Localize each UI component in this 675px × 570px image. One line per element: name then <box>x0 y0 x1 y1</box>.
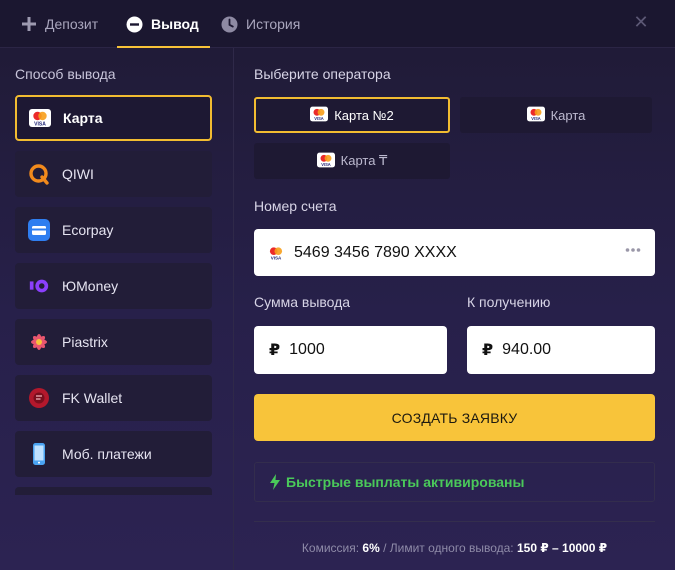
svg-text:VISA: VISA <box>271 255 282 260</box>
method-yoomoney[interactable]: ЮMoney <box>15 263 212 309</box>
receive-amount-field: ₽ 940.00 <box>467 326 655 374</box>
fast-payouts-banner: Быстрые выплаты активированы <box>254 462 655 502</box>
method-piastrix-label: Piastrix <box>62 334 108 350</box>
commission-info: Комиссия: 6% / Лимит одного вывода: 150 … <box>254 541 655 555</box>
method-ecorpay[interactable]: Ecorpay <box>15 207 212 253</box>
minus-circle-icon <box>126 16 143 33</box>
qiwi-icon <box>28 163 50 185</box>
amount-value: 1000 <box>289 341 325 358</box>
mastercard-visa-icon: VISA <box>310 105 329 126</box>
mastercard-visa-icon: VISA <box>29 107 51 129</box>
operator-card-kzt-label: Карта ₸ <box>340 153 388 168</box>
operator-card-kzt[interactable]: VISA Карта ₸ <box>254 143 450 179</box>
phone-icon <box>28 443 50 465</box>
card-icon <box>28 219 50 241</box>
amount-input[interactable]: ₽ 1000 <box>254 326 447 374</box>
svg-text:VISA: VISA <box>34 121 46 127</box>
method-card-label: Карта <box>63 110 103 126</box>
fk-wallet-icon <box>28 387 50 409</box>
tab-deposit[interactable]: Депозит <box>20 0 98 48</box>
tab-history[interactable]: История <box>221 0 300 48</box>
method-list-more <box>15 487 212 495</box>
operator-card-label: Карта <box>550 107 586 123</box>
svg-text:VISA: VISA <box>321 161 331 166</box>
method-fk-wallet[interactable]: FK Wallet <box>15 375 212 421</box>
account-number-field[interactable]: VISA 5469 3456 7890 XXXX <box>254 229 655 276</box>
amount-currency: ₽ <box>269 342 281 359</box>
clock-icon <box>221 16 238 33</box>
column-divider <box>233 48 234 570</box>
operator-card[interactable]: VISA Карта <box>460 97 652 133</box>
mastercard-visa-icon: VISA <box>266 243 286 263</box>
amount-title: Сумма вывода <box>254 294 351 310</box>
plus-icon <box>20 16 37 33</box>
lightning-icon <box>269 474 281 490</box>
svg-text:VISA: VISA <box>531 115 541 120</box>
receive-currency: ₽ <box>482 342 494 359</box>
top-tab-bar: Депозит Вывод История ✕ <box>0 0 675 48</box>
method-qiwi[interactable]: QIWI <box>15 151 212 197</box>
limit-label: / Лимит одного вывода: <box>383 541 514 555</box>
method-card[interactable]: VISA Карта <box>15 95 212 141</box>
limit-value: 150 ₽ – 10000 ₽ <box>516 541 608 555</box>
fast-payouts-text: Быстрые выплаты активированы <box>286 474 525 490</box>
method-piastrix[interactable]: Piastrix <box>15 319 212 365</box>
tab-withdraw[interactable]: Вывод <box>117 0 210 48</box>
dots-icon[interactable] <box>625 247 641 253</box>
svg-text:VISA: VISA <box>314 115 324 120</box>
method-ecorpay-label: Ecorpay <box>62 222 114 238</box>
commission-label: Комиссия: <box>301 541 360 555</box>
method-qiwi-label: QIWI <box>62 166 94 182</box>
close-icon[interactable]: ✕ <box>631 12 651 32</box>
method-mobile-payments-label: Моб. платежи <box>62 446 152 462</box>
method-fk-wallet-label: FK Wallet <box>62 390 123 406</box>
commission-value: 6% <box>362 541 380 555</box>
account-number-title: Номер счета <box>254 198 337 214</box>
create-request-button[interactable]: СОЗДАТЬ ЗАЯВКУ <box>254 394 655 441</box>
operator-card-2-label: Карта №2 <box>334 107 394 123</box>
method-mobile-payments[interactable]: Моб. платежи <box>15 431 212 477</box>
tab-deposit-label: Депозит <box>45 16 99 32</box>
mastercard-visa-icon: VISA <box>526 105 545 126</box>
mastercard-visa-icon: VISA <box>316 151 335 172</box>
operator-card-2[interactable]: VISA Карта №2 <box>254 97 450 133</box>
flower-icon <box>28 331 50 353</box>
tab-withdraw-label: Вывод <box>151 16 199 32</box>
yoomoney-icon <box>28 275 50 297</box>
tab-history-label: История <box>246 16 301 32</box>
withdraw-method-title: Способ вывода <box>15 66 116 82</box>
method-yoomoney-label: ЮMoney <box>62 278 119 294</box>
operator-title: Выберите оператора <box>254 66 391 82</box>
account-number-value: 5469 3456 7890 XXXX <box>294 243 457 261</box>
receive-title: К получению <box>467 294 551 310</box>
receive-value: 940.00 <box>502 341 552 358</box>
footer-divider <box>254 521 655 522</box>
